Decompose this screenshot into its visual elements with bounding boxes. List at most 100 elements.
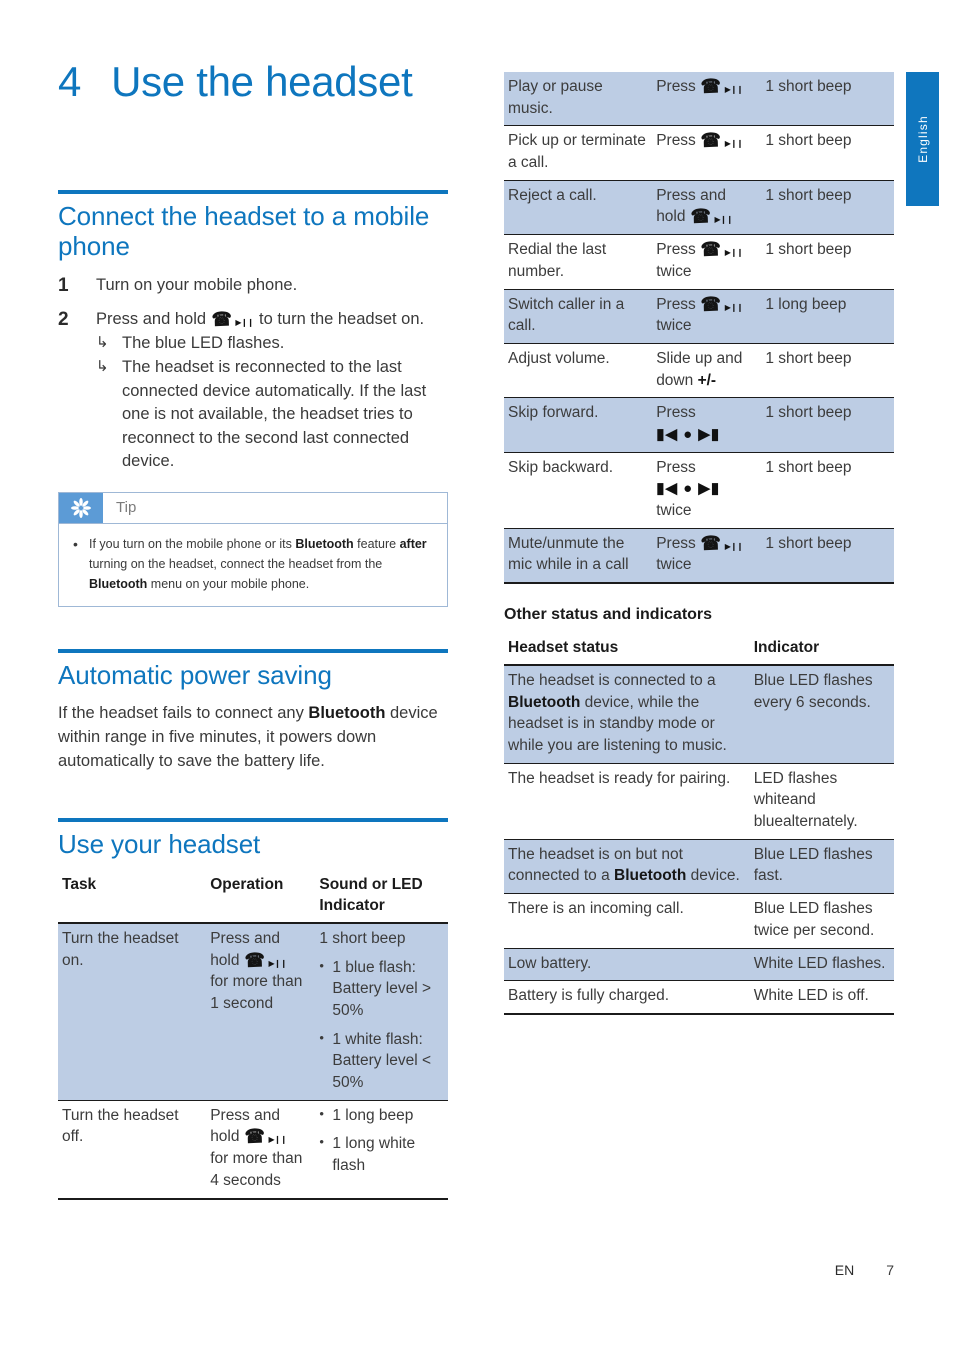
table-row: There is an incoming call. Blue LED flas… — [504, 893, 894, 949]
cell-indicator: 1 short beep — [761, 343, 894, 399]
call-playpause-icon: ☎ ▶❙❙ — [700, 130, 744, 153]
cell-status: The headset is on but not connected to a… — [504, 839, 750, 895]
step-2-result-1-text: The blue LED flashes. — [122, 333, 285, 352]
table-header-row: Headset status Indicator — [504, 634, 894, 666]
list-item: • 1 blue flash: Battery level > 50% — [319, 957, 442, 1022]
cell-operation: Press ☎ ▶❙❙ — [652, 72, 762, 127]
op-after: twice — [656, 262, 692, 280]
status-text-2: device. — [686, 867, 740, 885]
section-rule-connect — [58, 190, 448, 194]
call-playpause-icon: ☎ ▶❙❙ — [700, 239, 744, 262]
tip-box: Tip • If you turn on the mobile phone or… — [58, 491, 448, 607]
cell-indicator: 1 short beep — [761, 180, 894, 236]
tip-text-2: feature — [353, 536, 400, 551]
table-body-status: The headset is connected to a Bluetooth … — [504, 664, 894, 1015]
status-bold: Bluetooth — [614, 867, 687, 885]
bullet-icon: • — [319, 957, 324, 973]
table-header-row: Task Operation Sound or LED Indicator — [58, 871, 448, 924]
cell-indicator: 1 short beep — [761, 397, 894, 453]
op-before: Press — [656, 132, 696, 150]
column-header-task: Task — [58, 871, 207, 924]
step-2: 2 Press and hold ☎ ▶❙❙ to turn the headse… — [58, 308, 448, 474]
cell-status: Low battery. — [504, 948, 750, 982]
call-playpause-icon: ☎ ▶❙❙ — [700, 532, 744, 555]
cell-indicator: White LED is off. — [749, 980, 894, 1015]
cell-operation: Press ☎ ▶❙❙ twice — [652, 234, 762, 290]
arrow-icon: ↳ — [96, 358, 109, 376]
heading-connect: Connect the headset to a mobile phone — [58, 201, 430, 262]
cell-indicator: Blue LED flashes twice per second. — [749, 893, 894, 949]
step-2-text-after: to turn the headset on. — [259, 309, 425, 328]
skip-track-icon: ▮◀ ● ▶▮ — [656, 425, 721, 443]
op-before: Press — [656, 458, 696, 476]
cell-indicator: Blue LED flashes every 6 seconds. — [749, 664, 894, 764]
table-row: Pick up or terminate a call. Press ☎ ▶❙❙ … — [504, 125, 894, 181]
column-header-operation: Operation — [206, 871, 316, 924]
heading-use-headset: Use your headset — [58, 828, 261, 859]
op-before: Press — [656, 534, 696, 552]
tip-text-4: menu on your mobile phone. — [147, 576, 310, 591]
tip-text-3: turning on the headset, connect the head… — [89, 556, 383, 571]
column-header-indicator: Sound or LED Indicator — [315, 871, 448, 924]
status-text-1: Low battery. — [508, 954, 592, 972]
call-playpause-icon: ☎ ▶❙❙ — [244, 949, 287, 972]
cell-status: The headset is connected to a Bluetooth … — [504, 664, 750, 764]
cell-indicator: 1 short beep — [761, 452, 894, 529]
language-tab-label: English — [916, 115, 930, 163]
call-playpause-icon: ☎ ▶❙❙ — [211, 308, 254, 331]
page-footer: EN 7 — [504, 1262, 894, 1278]
cell-task: Reject a call. — [504, 180, 653, 236]
list-item: • 1 long beep — [319, 1105, 442, 1127]
call-playpause-icon: ☎ ▶❙❙ — [690, 206, 733, 229]
cell-operation: Press ☎ ▶❙❙ twice — [652, 289, 762, 344]
left-column: 4 Use the headset Connect the headset to … — [58, 58, 448, 1200]
table-row: Skip forward. Press ▮◀ ● ▶▮ 1 short beep — [504, 397, 894, 453]
table-row: Skip backward. Press ▮◀ ● ▶▮ twice 1 sho… — [504, 452, 894, 529]
table-body-right: Play or pause music. Press ☎ ▶❙❙ 1 short … — [504, 72, 894, 585]
indicator-plain: 1 short beep — [319, 929, 406, 947]
op-after: twice — [656, 502, 692, 519]
bullet-icon: • — [319, 1134, 324, 1150]
step-2-text-before: Press and hold — [96, 309, 207, 328]
op-before: Press — [656, 78, 696, 95]
table-head: Headset status Indicator — [504, 634, 894, 666]
power-saving-paragraph: If the headset fails to connect any Blue… — [58, 702, 448, 774]
chapter-number: 4 — [58, 58, 82, 105]
table-row: Battery is fully charged. White LED is o… — [504, 980, 894, 1015]
list-item: • 1 long white flash — [319, 1133, 442, 1176]
plus-minus-icon: +/- — [697, 371, 717, 389]
cell-indicator: Blue LED flashes fast. — [749, 839, 894, 895]
cell-indicator: 1 long beep — [761, 289, 894, 344]
cell-task: Turn the headset off. — [58, 1100, 207, 1200]
cell-indicator: 1 short beep • 1 blue flash: Battery leve… — [315, 922, 448, 1101]
cell-task: Mute/unmute the mic while in a call — [504, 528, 653, 585]
chapter-title-text: Use the headset — [111, 58, 413, 105]
table-row: Turn the headset on. Press and hold ☎ ▶❙❙… — [58, 922, 448, 1101]
heading-power-saving: Automatic power saving — [58, 659, 332, 690]
table-row: Mute/unmute the mic while in a call Pres… — [504, 528, 894, 585]
status-indicators-table: Headset status Indicator The headset is … — [504, 634, 894, 1015]
cell-task: Turn the headset on. — [58, 922, 207, 1101]
table-row: The headset is connected to a Bluetooth … — [504, 664, 894, 764]
power-bold-1: Bluetooth — [308, 703, 386, 722]
op-after: twice — [656, 317, 692, 335]
tip-bold-3: Bluetooth — [89, 576, 148, 591]
cell-operation: Press ☎ ▶❙❙ twice — [652, 528, 762, 585]
table-row: The headset is ready for pairing. LED fl… — [504, 763, 894, 840]
table-head: Task Operation Sound or LED Indicator — [58, 871, 448, 924]
step-2-number: 2 — [58, 308, 69, 330]
use-headset-table-left: Task Operation Sound or LED Indicator Tu… — [58, 871, 448, 1200]
right-column: Play or pause music. Press ☎ ▶❙❙ 1 short … — [504, 72, 894, 1015]
chapter-title: 4 Use the headset — [58, 58, 448, 106]
table-row: Low battery. White LED flashes. — [504, 948, 894, 982]
op-before: Press — [656, 295, 696, 313]
cell-operation: Press and hold ☎ ▶❙❙ — [652, 180, 762, 236]
table-row: Play or pause music. Press ☎ ▶❙❙ 1 short … — [504, 72, 894, 127]
step-2-result-2: ↳ The headset is reconnected to the last… — [96, 356, 448, 473]
step-2-result-1: ↳ The blue LED flashes. — [96, 332, 448, 355]
cell-indicator: White LED flashes. — [749, 948, 894, 982]
section-rule-power — [58, 648, 448, 653]
section-rule-use — [58, 817, 448, 822]
cell-operation: Press ▮◀ ● ▶▮ twice — [652, 452, 762, 529]
step-1: 1 Turn on your mobile phone. — [58, 274, 448, 298]
